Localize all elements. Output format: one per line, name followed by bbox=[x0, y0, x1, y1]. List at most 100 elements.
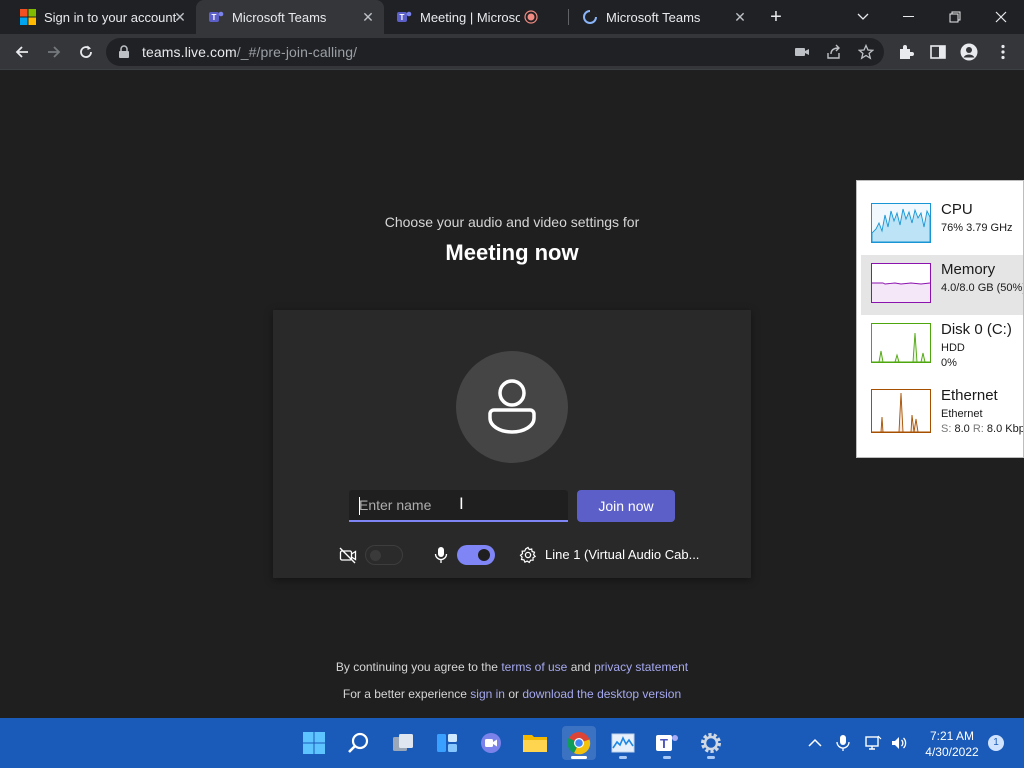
clock-time: 7:21 AM bbox=[929, 729, 975, 743]
device-controls: Line 1 (Virtual Audio Cab... bbox=[273, 542, 751, 568]
perf-label: Ethernet bbox=[941, 387, 998, 404]
perf-item-memory[interactable]: Memory 4.0/8.0 GB (50%) bbox=[861, 255, 1024, 315]
close-icon bbox=[995, 11, 1007, 23]
minimize-button[interactable] bbox=[886, 0, 932, 34]
tab-title: Microsoft Teams bbox=[606, 9, 701, 25]
close-icon[interactable]: ✕ bbox=[360, 9, 376, 25]
cpu-graph bbox=[871, 203, 931, 243]
sign-in-link[interactable]: sign in bbox=[470, 687, 505, 701]
restore-button[interactable] bbox=[932, 0, 978, 34]
new-tab-button[interactable]: + bbox=[766, 7, 786, 27]
microphone-toggle[interactable] bbox=[457, 545, 495, 565]
url-text: teams.live.com/_#/pre-join-calling/ bbox=[142, 44, 357, 60]
svg-text:T: T bbox=[212, 13, 217, 22]
perf-type: HDD bbox=[941, 342, 965, 354]
taskbar-search-button[interactable] bbox=[342, 726, 376, 760]
teams-icon: T bbox=[397, 11, 412, 22]
chrome-button[interactable] bbox=[562, 726, 596, 760]
gear-icon bbox=[701, 733, 721, 753]
restore-icon bbox=[949, 11, 961, 23]
task-manager-button[interactable] bbox=[606, 726, 640, 760]
running-indicator bbox=[663, 756, 671, 759]
microphone-icon[interactable] bbox=[834, 734, 852, 752]
tab-title: Sign in to your account bbox=[44, 9, 177, 25]
close-icon[interactable]: ✕ bbox=[172, 9, 188, 25]
url-path: /_#/pre-join-calling/ bbox=[236, 44, 358, 60]
close-window-button[interactable] bbox=[978, 0, 1024, 34]
perf-value: S: 8.0 R: 8.0 Kbps bbox=[941, 423, 1023, 435]
gear-icon[interactable] bbox=[519, 546, 537, 564]
microsoft-logo-icon bbox=[20, 9, 36, 25]
close-icon[interactable]: ✕ bbox=[732, 9, 748, 25]
svg-text:T: T bbox=[660, 736, 668, 751]
perf-label: Disk 0 (C:) bbox=[941, 321, 1012, 338]
start-button[interactable] bbox=[297, 726, 331, 760]
lock-icon[interactable] bbox=[118, 45, 130, 59]
tab-meeting[interactable]: T Meeting | Microsof bbox=[384, 0, 562, 34]
memory-graph bbox=[871, 263, 931, 303]
reload-button[interactable] bbox=[74, 40, 98, 64]
tab-microsoft-teams-2[interactable]: Microsoft Teams ✕ bbox=[570, 0, 756, 34]
tab-search-button[interactable] bbox=[840, 0, 886, 34]
receive-prefix: R: bbox=[972, 423, 984, 435]
terms-of-use-link[interactable]: terms of use bbox=[501, 660, 567, 674]
perf-value: 76% 3.79 GHz bbox=[941, 222, 1013, 234]
join-now-button[interactable]: Join now bbox=[577, 490, 675, 522]
widgets-icon bbox=[437, 734, 457, 752]
disk-graph bbox=[871, 323, 931, 363]
side-panel-icon[interactable] bbox=[929, 43, 947, 61]
recording-icon bbox=[524, 10, 538, 24]
privacy-statement-link[interactable]: privacy statement bbox=[594, 660, 688, 674]
tab-separator bbox=[568, 9, 569, 25]
back-button[interactable] bbox=[10, 40, 34, 64]
tab-title: Microsoft Teams bbox=[232, 9, 327, 25]
settings-button[interactable] bbox=[694, 726, 728, 760]
perf-adapter: Ethernet bbox=[941, 408, 983, 420]
camera-icon[interactable] bbox=[794, 44, 810, 60]
url-host: teams.live.com bbox=[142, 44, 237, 60]
system-clock[interactable]: 7:21 AM 4/30/2022 bbox=[916, 728, 988, 760]
send-value: 8.0 bbox=[954, 423, 970, 435]
teams-app-button[interactable]: T bbox=[650, 726, 684, 760]
ethernet-graph bbox=[871, 389, 931, 433]
perf-item-disk[interactable]: Disk 0 (C:) HDD 0% bbox=[861, 315, 1023, 375]
svg-text:T: T bbox=[400, 13, 405, 22]
star-icon[interactable] bbox=[858, 44, 874, 60]
volume-icon[interactable] bbox=[890, 734, 908, 752]
desktop-app-line: For a better experience sign in or downl… bbox=[0, 687, 1024, 701]
tab-title: Meeting | Microsof bbox=[420, 9, 520, 25]
network-icon[interactable] bbox=[864, 734, 882, 752]
audio-device-selector[interactable]: Line 1 (Virtual Audio Cab... bbox=[545, 547, 699, 562]
tab-sign-in[interactable]: Sign in to your account ✕ bbox=[8, 0, 196, 34]
notification-badge[interactable]: 1 bbox=[988, 735, 1004, 751]
perf-value: 4.0/8.0 GB (50%) bbox=[941, 282, 1024, 294]
more-vert-icon[interactable] bbox=[994, 43, 1012, 61]
text-caret bbox=[359, 497, 360, 515]
chevron-up-icon[interactable] bbox=[806, 734, 824, 752]
profile-icon[interactable] bbox=[960, 43, 978, 61]
legal-text: or bbox=[508, 687, 519, 701]
running-indicator bbox=[571, 756, 587, 759]
file-explorer-button[interactable] bbox=[518, 726, 552, 760]
widgets-button[interactable] bbox=[430, 726, 464, 760]
running-indicator bbox=[707, 756, 715, 759]
forward-button[interactable] bbox=[42, 40, 66, 64]
toggle-knob bbox=[370, 550, 381, 561]
minimize-icon bbox=[903, 16, 914, 17]
address-bar[interactable]: teams.live.com/_#/pre-join-calling/ bbox=[106, 38, 884, 66]
perf-item-ethernet[interactable]: Ethernet Ethernet S: 8.0 R: 8.0 Kbps bbox=[861, 381, 1023, 441]
camera-toggle[interactable] bbox=[365, 545, 403, 565]
arrow-left-icon bbox=[15, 46, 28, 58]
task-view-button[interactable] bbox=[386, 726, 420, 760]
tab-microsoft-teams[interactable]: T Microsoft Teams ✕ bbox=[196, 0, 384, 34]
perf-item-cpu[interactable]: CPU 76% 3.79 GHz bbox=[861, 195, 1023, 255]
download-desktop-link[interactable]: download the desktop version bbox=[522, 687, 681, 701]
extensions-icon[interactable] bbox=[897, 43, 915, 61]
teams-chat-button[interactable] bbox=[474, 726, 508, 760]
browser-toolbar: teams.live.com/_#/pre-join-calling/ bbox=[0, 34, 1024, 70]
share-icon[interactable] bbox=[826, 44, 842, 60]
chat-icon bbox=[481, 733, 501, 753]
terms-line: By continuing you agree to the terms of … bbox=[0, 660, 1024, 674]
receive-value: 8.0 Kbps bbox=[986, 423, 1023, 435]
legal-text: and bbox=[570, 660, 591, 674]
